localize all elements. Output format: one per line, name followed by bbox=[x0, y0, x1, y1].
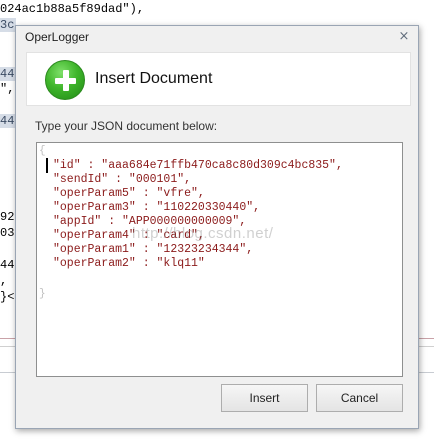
code-line: 024ac1b88a5f89dad"), bbox=[0, 2, 145, 16]
plus-icon bbox=[45, 60, 85, 100]
json-lines: "id" : "aaa684e71ffb470ca8c80d309c4bc835… bbox=[53, 159, 343, 271]
json-line: "operParam2" : "klq11" bbox=[53, 257, 205, 270]
header-title: Insert Document bbox=[95, 70, 213, 87]
code-fragment: , bbox=[0, 274, 8, 288]
code-fragment: 44 bbox=[0, 114, 16, 128]
json-line: "operParam3" : "110220330440", bbox=[53, 201, 261, 214]
text-caret bbox=[46, 158, 48, 173]
code-fragment: 03 bbox=[0, 226, 15, 240]
open-brace: { bbox=[39, 145, 46, 157]
close-icon[interactable]: ⨯ bbox=[397, 29, 411, 43]
code-fragment: 92 bbox=[0, 210, 15, 224]
json-line: "sendId" : "000101", bbox=[53, 173, 192, 186]
json-document-input[interactable]: { "id" : "aaa684e71ffb470ca8c80d309c4bc8… bbox=[36, 142, 403, 377]
json-line: "id" : "aaa684e71ffb470ca8c80d309c4bc835… bbox=[53, 159, 343, 172]
code-fragment: 44 bbox=[0, 258, 15, 272]
dialog-title: OperLogger bbox=[25, 30, 90, 44]
code-fragment: 44 bbox=[0, 67, 16, 81]
json-line: "operParam1" : "12323234344", bbox=[53, 243, 254, 256]
cancel-button[interactable]: Cancel bbox=[316, 384, 403, 412]
json-line: "operParam5" : "vfre", bbox=[53, 187, 205, 200]
insert-button[interactable]: Insert bbox=[221, 384, 308, 412]
watermark: http://blog.csdn.net/ bbox=[132, 225, 274, 242]
code-fragment: ", bbox=[0, 82, 15, 96]
code-fragment: }< bbox=[0, 290, 15, 304]
dialog-header: Insert Document bbox=[26, 52, 411, 106]
insert-document-dialog: OperLogger ⨯ Insert Document Type your J… bbox=[15, 25, 419, 429]
code-fragment: 3c bbox=[0, 18, 16, 32]
json-prompt-label: Type your JSON document below: bbox=[35, 119, 218, 133]
dialog-titlebar[interactable]: OperLogger ⨯ bbox=[16, 26, 418, 48]
close-brace: } bbox=[39, 288, 46, 300]
